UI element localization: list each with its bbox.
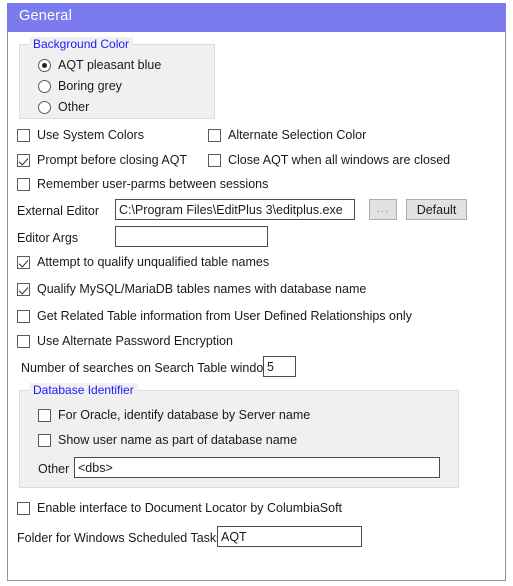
radio-indicator[interactable] <box>38 100 51 114</box>
checkbox-label: For Oracle, identify database by Server … <box>58 408 311 422</box>
checkbox-label: Get Related Table information from User … <box>37 309 412 323</box>
checkbox-label: Alternate Selection Color <box>228 128 367 142</box>
checkbox-indicator[interactable] <box>17 334 30 348</box>
radio-indicator[interactable] <box>38 79 51 93</box>
page-title: General <box>19 8 72 24</box>
external-editor-label: External Editor <box>17 204 99 218</box>
radio-aqt-pleasant-blue[interactable]: AQT pleasant blue <box>38 58 161 72</box>
checkbox-indicator[interactable] <box>17 309 30 323</box>
checkbox-label: Remember user-parms between sessions <box>37 177 269 191</box>
checkbox-show-user-name-in-database-name[interactable]: Show user name as part of database name <box>38 433 297 447</box>
checkbox-label: Attempt to qualify unqualified table nam… <box>37 255 270 269</box>
checkbox-attempt-qualify-table-names[interactable]: Attempt to qualify unqualified table nam… <box>17 255 269 269</box>
editor-args-label: Editor Args <box>17 231 79 245</box>
checkbox-use-alternate-password-encryption[interactable]: Use Alternate Password Encryption <box>17 334 233 348</box>
database-identifier-other-input[interactable]: <dbs> <box>74 457 440 478</box>
number-of-searches-input[interactable]: 5 <box>263 356 296 377</box>
checkbox-label: Use Alternate Password Encryption <box>37 334 233 348</box>
radio-other-background[interactable]: Other <box>38 100 89 114</box>
external-editor-input[interactable]: C:\Program Files\EditPlus 3\editplus.exe <box>115 199 355 220</box>
checkbox-oracle-identify-by-server-name[interactable]: For Oracle, identify database by Server … <box>38 408 310 422</box>
radio-label: AQT pleasant blue <box>58 58 162 72</box>
checkbox-alternate-selection-color[interactable]: Alternate Selection Color <box>208 128 366 142</box>
checkbox-label: Show user name as part of database name <box>58 433 298 447</box>
checkbox-close-aqt-all-windows[interactable]: Close AQT when all windows are closed <box>208 153 450 167</box>
checkbox-indicator[interactable] <box>208 153 221 167</box>
external-editor-default-button[interactable]: Default <box>406 199 467 220</box>
radio-boring-grey[interactable]: Boring grey <box>38 79 122 93</box>
scheduled-tasks-folder-input[interactable]: AQT <box>217 526 362 547</box>
database-identifier-other-label: Other <box>38 462 70 476</box>
checkbox-qualify-mysql-mariadb[interactable]: Qualify MySQL/MariaDB tables names with … <box>17 282 366 296</box>
checkbox-prompt-before-closing[interactable]: Prompt before closing AQT <box>17 153 187 167</box>
checkbox-indicator[interactable] <box>38 408 51 422</box>
checkbox-indicator[interactable] <box>17 501 30 515</box>
checkbox-use-system-colors[interactable]: Use System Colors <box>17 128 144 142</box>
checkbox-indicator[interactable] <box>17 282 30 296</box>
checkbox-label: Prompt before closing AQT <box>37 153 188 167</box>
checkbox-indicator[interactable] <box>38 433 51 447</box>
checkbox-label: Enable interface to Document Locator by … <box>37 501 343 515</box>
radio-indicator[interactable] <box>38 58 51 72</box>
settings-content-panel: Background Color AQT pleasant blue Borin… <box>7 32 506 581</box>
radio-label: Other <box>58 100 90 114</box>
checkbox-indicator[interactable] <box>17 255 30 269</box>
radio-label: Boring grey <box>58 79 122 93</box>
number-of-searches-label: Number of searches on Search Table windo… <box>21 361 273 375</box>
checkbox-indicator[interactable] <box>17 153 30 167</box>
checkbox-indicator[interactable] <box>17 128 30 142</box>
database-identifier-legend: Database Identifier <box>29 383 138 397</box>
dialog-title-bar: General <box>7 3 506 32</box>
checkbox-label: Close AQT when all windows are closed <box>228 153 451 167</box>
editor-args-input[interactable] <box>115 226 268 247</box>
external-editor-browse-button[interactable]: ... <box>369 199 397 220</box>
checkbox-remember-user-parms[interactable]: Remember user-parms between sessions <box>17 177 268 191</box>
background-color-groupbox: Background Color AQT pleasant blue Borin… <box>19 37 215 119</box>
checkbox-get-related-table-info[interactable]: Get Related Table information from User … <box>17 309 412 323</box>
scheduled-tasks-folder-label: Folder for Windows Scheduled Tasks <box>17 531 223 545</box>
database-identifier-groupbox: Database Identifier For Oracle, identify… <box>19 383 459 488</box>
general-settings-dialog: General Background Color AQT pleasant bl… <box>0 0 513 586</box>
checkbox-enable-document-locator[interactable]: Enable interface to Document Locator by … <box>17 501 342 515</box>
checkbox-indicator[interactable] <box>17 177 30 191</box>
checkbox-label: Use System Colors <box>37 128 144 142</box>
checkbox-indicator[interactable] <box>208 128 221 142</box>
background-color-legend: Background Color <box>29 37 134 51</box>
checkbox-label: Qualify MySQL/MariaDB tables names with … <box>37 282 367 296</box>
